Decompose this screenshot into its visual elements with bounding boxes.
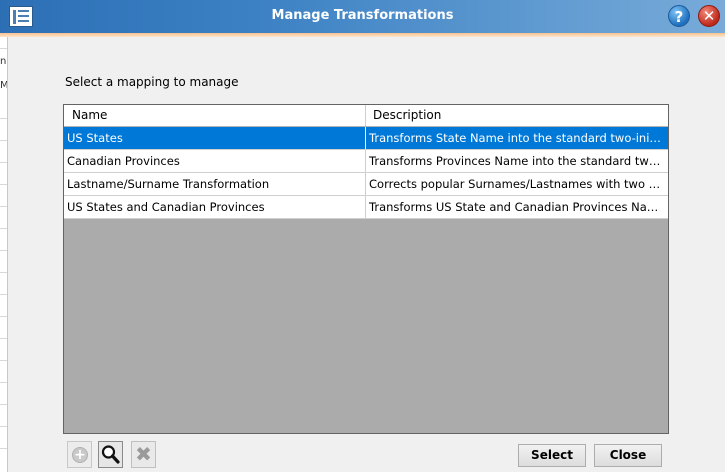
- table-row[interactable]: US States Transforms State Name into the…: [64, 127, 668, 150]
- background-line: [0, 316, 7, 317]
- row-name-cell[interactable]: US States and Canadian Provinces: [64, 196, 366, 218]
- delete-icon: ✖: [135, 442, 152, 466]
- add-icon: +: [72, 447, 88, 463]
- background-line: [0, 228, 7, 229]
- column-header-name[interactable]: Name: [64, 105, 366, 126]
- background-line: [0, 140, 7, 141]
- row-name-cell[interactable]: US States: [64, 127, 366, 149]
- background-line: [0, 360, 7, 361]
- background-line: [0, 206, 7, 207]
- background-line: [0, 338, 7, 339]
- column-header-description[interactable]: Description: [366, 105, 668, 126]
- background-line: [0, 448, 7, 449]
- row-name-cell[interactable]: Lastname/Surname Transformation: [64, 173, 366, 195]
- background-line: [0, 48, 7, 49]
- background-line: [0, 272, 7, 273]
- background-app-strip: ne M: [0, 0, 8, 472]
- view-mapping-button[interactable]: [98, 441, 123, 468]
- background-text-fragment: M: [0, 80, 7, 91]
- close-icon[interactable]: ✕: [698, 5, 720, 27]
- title-bar[interactable]: Manage Transformations ? ✕: [0, 0, 725, 37]
- mappings-grid[interactable]: Name Description US States Transforms St…: [63, 104, 669, 434]
- row-description-cell[interactable]: Transforms State Name into the standard …: [366, 127, 668, 149]
- search-icon: [101, 445, 120, 464]
- background-line: [0, 404, 7, 405]
- background-line: [0, 382, 7, 383]
- background-line: [0, 118, 7, 119]
- add-mapping-button[interactable]: +: [67, 441, 92, 468]
- help-icon[interactable]: ?: [668, 5, 690, 27]
- delete-mapping-button[interactable]: ✖: [131, 441, 156, 468]
- background-line: [0, 294, 7, 295]
- background-line: [0, 184, 7, 185]
- table-row[interactable]: Lastname/Surname Transformation Corrects…: [64, 173, 668, 196]
- background-line: [0, 426, 7, 427]
- background-text-fragment: ne: [0, 56, 7, 67]
- row-name-cell[interactable]: Canadian Provinces: [64, 150, 366, 172]
- window-title: Manage Transformations: [271, 8, 454, 23]
- row-description-cell[interactable]: Corrects popular Surnames/Lastnames with…: [366, 173, 668, 195]
- background-line: [0, 250, 7, 251]
- table-row[interactable]: US States and Canadian Provinces Transfo…: [64, 196, 668, 219]
- title-bar-accent: [0, 33, 725, 37]
- grid-header: Name Description: [64, 105, 668, 127]
- background-line: [0, 162, 7, 163]
- row-description-cell[interactable]: Transforms US State and Canadian Provinc…: [366, 196, 668, 218]
- select-button[interactable]: Select: [518, 444, 586, 467]
- table-row[interactable]: Canadian Provinces Transforms Provinces …: [64, 150, 668, 173]
- close-button[interactable]: Close: [594, 444, 662, 467]
- instruction-label: Select a mapping to manage: [65, 75, 239, 89]
- row-description-cell[interactable]: Transforms Provinces Name into the stand…: [366, 150, 668, 172]
